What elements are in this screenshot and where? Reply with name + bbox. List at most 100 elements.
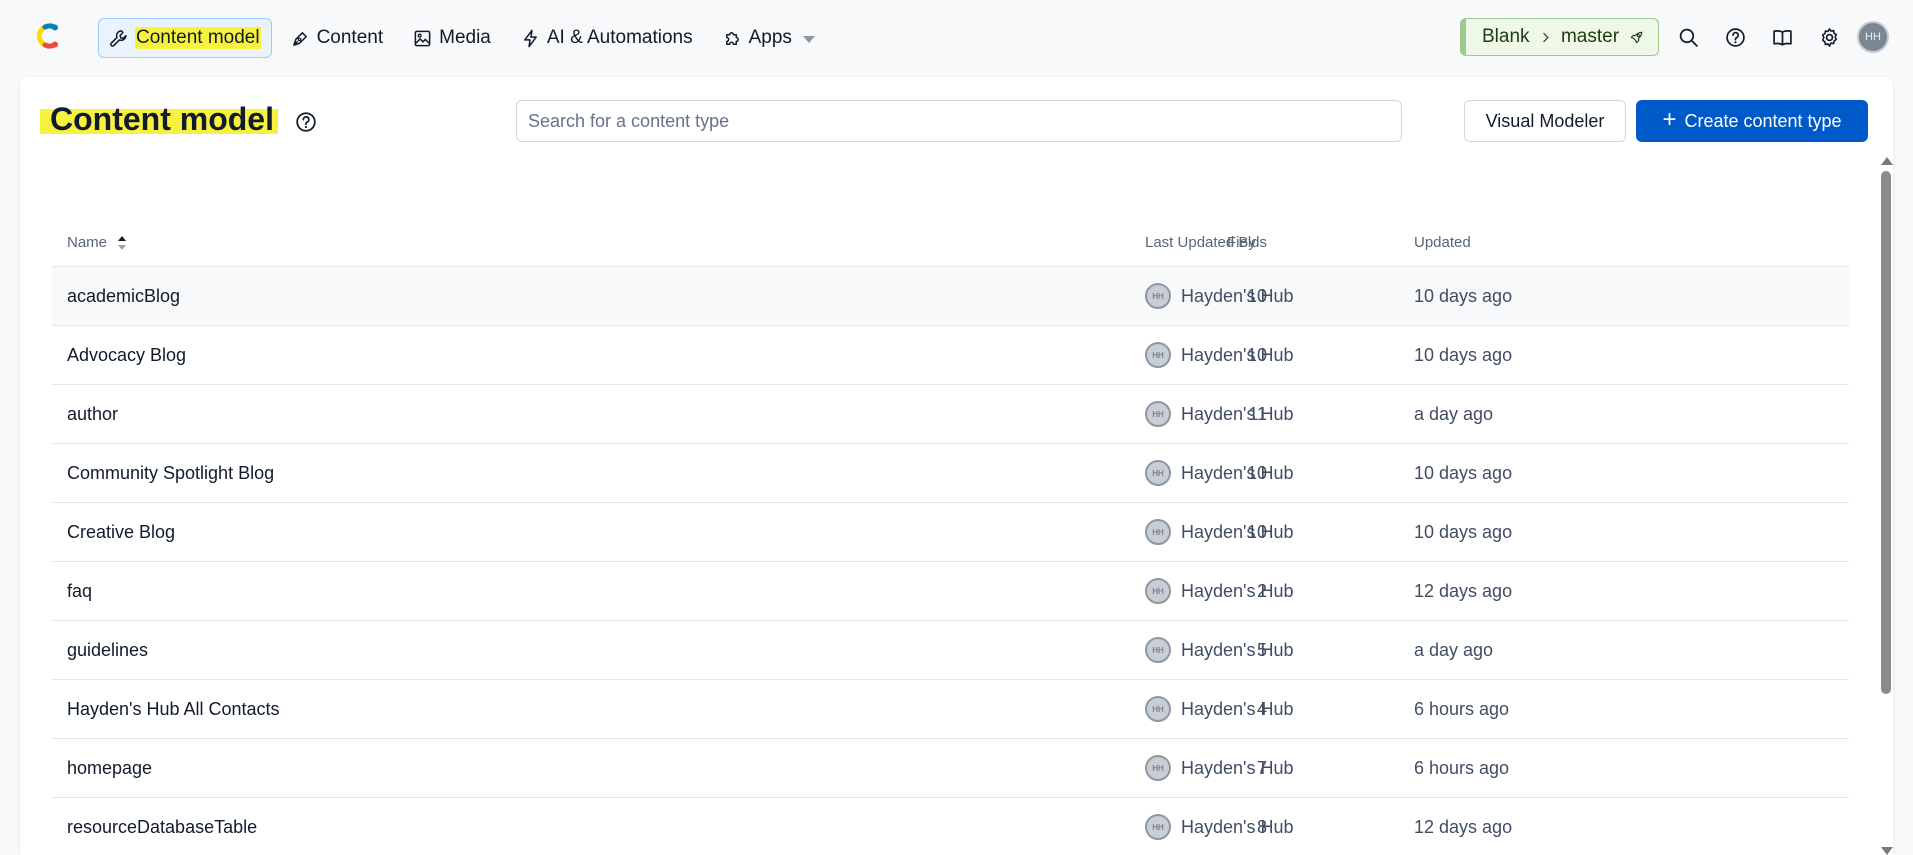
avatar: HH [1145,460,1171,486]
avatar: HH [1145,342,1171,368]
table-row[interactable]: author 11 HH Hayden's Hub a day ago [52,384,1849,443]
table-row[interactable]: guidelines 5 HH Hayden's Hub a day ago [52,620,1849,679]
table-row[interactable]: Advocacy Blog 10 HH Hayden's Hub 10 days ago [52,325,1849,384]
nav-label: Apps [748,27,792,48]
updater-name: Hayden's Hub [1181,757,1294,778]
gear-icon [1821,27,1837,47]
avatar: HH [1145,578,1171,604]
content-type-name[interactable]: guidelines [67,621,148,679]
nav-content-model[interactable]: Content model [98,18,272,58]
table-row[interactable]: resourceDatabaseTable 8 HH Hayden's Hub 12 d… [52,797,1849,855]
nav-label: AI & Automations [546,27,693,48]
plus-icon: + [1662,106,1677,133]
updater-name: Hayden's Hub [1181,580,1294,601]
contentful-logo[interactable] [33,20,65,52]
scrollbar-thumb[interactable] [1881,171,1891,694]
updater-name: Hayden's Hub [1181,639,1294,660]
updater-name: Hayden's Hub [1181,816,1294,837]
wrench-icon [110,29,127,47]
table-header: Name Fields Last Updated By Updated [52,217,1849,266]
settings-button[interactable] [1814,22,1844,52]
chevron-down-icon [802,35,815,43]
lightning-icon [523,29,537,47]
button-label: Visual Modeler [1485,110,1605,131]
search-icon [1679,28,1698,47]
last-updated-by: HH Hayden's Hub [1145,326,1294,384]
avatar: HH [1145,755,1171,781]
content-type-name[interactable]: Community Spotlight Blog [67,444,274,502]
nav-apps[interactable]: Apps [712,18,826,58]
content-type-name[interactable]: Hayden's Hub All Contacts [67,680,280,738]
nav-ai-automations[interactable]: AI & Automations [510,18,704,58]
last-updated-by: HH Hayden's Hub [1145,267,1294,325]
search-button[interactable] [1673,22,1703,52]
column-header-last-updated-by: Last Updated By [1145,234,1256,251]
table-row[interactable]: faq 2 HH Hayden's Hub 12 days ago [52,561,1849,620]
table-row[interactable]: Hayden's Hub All Contacts 4 HH Hayden's Hub… [52,679,1849,738]
updater-name: Hayden's Hub [1181,462,1294,483]
user-avatar[interactable]: HH [1857,21,1889,53]
help-button[interactable] [1720,22,1750,52]
last-updated-by: HH Hayden's Hub [1145,739,1294,797]
column-label: Name [67,234,108,251]
table-row[interactable]: homepage 7 HH Hayden's Hub 6 hours ago [52,738,1849,797]
column-header-updated: Updated [1414,234,1471,251]
avatar: HH [1145,283,1171,309]
updater-name: Hayden's Hub [1181,521,1294,542]
sort-icon [118,235,127,250]
updated-time: 10 days ago [1414,344,1513,365]
book-open-icon [1772,29,1792,46]
last-updated-by: HH Hayden's Hub [1145,680,1294,738]
scrollbar[interactable] [1879,157,1893,855]
nav-media[interactable]: Media [402,18,502,58]
avatar: HH [1145,637,1171,663]
updated-time: a day ago [1414,639,1494,660]
space-name: Blank [1482,26,1530,47]
updated-time: 6 hours ago [1414,698,1510,719]
top-navigation: Content model Content Media AI & Automat… [0,0,1913,74]
docs-button[interactable] [1767,22,1797,52]
avatar: HH [1145,519,1171,545]
last-updated-by: HH Hayden's Hub [1145,444,1294,502]
updater-name: Hayden's Hub [1181,403,1294,424]
content-type-name[interactable]: faq [67,562,92,620]
nav-content[interactable]: Content [280,18,395,58]
puzzle-icon [725,31,739,45]
content-type-name[interactable]: Creative Blog [67,503,175,561]
column-header-name[interactable]: Name [67,234,127,251]
nav-label: Content model [135,27,261,49]
table-row[interactable]: Community Spotlight Blog 10 HH Hayden's Hub… [52,443,1849,502]
last-updated-by: HH Hayden's Hub [1145,621,1294,679]
nav-label: Media [439,27,491,48]
updated-time: 10 days ago [1414,462,1513,483]
updated-time: 12 days ago [1414,816,1513,837]
table-row[interactable]: academicBlog 10 HH Hayden's Hub 10 days ago [52,266,1849,325]
updated-time: 10 days ago [1414,285,1513,306]
table-row[interactable]: Creative Blog 10 HH Hayden's Hub 10 days ago [52,502,1849,561]
scroll-down-arrow-icon[interactable] [1881,847,1893,855]
environment-name: master [1560,26,1620,47]
environment-switcher[interactable]: Blank master [1460,18,1659,56]
rocket-icon [1630,31,1643,43]
pen-nib-icon [292,31,307,46]
content-type-name[interactable]: homepage [67,739,152,797]
content-model-panel: Content model Visual Modeler + Create co… [20,77,1893,855]
question-circle-icon[interactable] [295,111,317,133]
page-title: Content model [40,101,278,145]
content-type-name[interactable]: academicBlog [67,267,180,325]
image-icon [414,30,431,46]
avatar: HH [1145,401,1171,427]
updated-time: 12 days ago [1414,580,1513,601]
avatar-initials: HH [1865,31,1881,43]
content-type-name[interactable]: author [67,385,118,443]
visual-modeler-button[interactable]: Visual Modeler [1464,100,1626,142]
updated-time: 10 days ago [1414,521,1513,542]
search-content-type-input[interactable] [516,100,1402,142]
updated-time: 6 hours ago [1414,757,1510,778]
updater-name: Hayden's Hub [1181,344,1294,365]
create-content-type-button[interactable]: + Create content type [1636,100,1868,142]
scroll-up-arrow-icon[interactable] [1881,157,1893,165]
content-type-name[interactable]: Advocacy Blog [67,326,186,384]
updater-name: Hayden's Hub [1181,698,1294,719]
content-type-name[interactable]: resourceDatabaseTable [67,798,257,855]
